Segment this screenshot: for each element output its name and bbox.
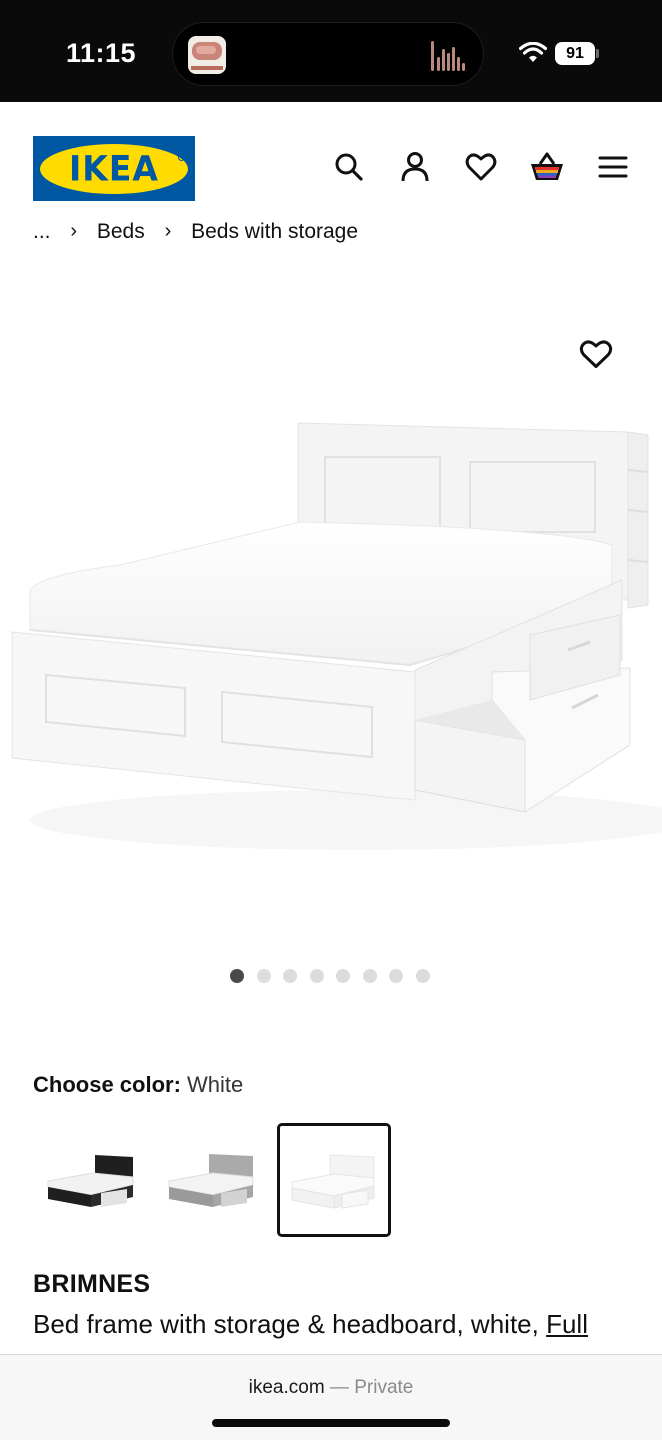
- heart-icon[interactable]: [465, 150, 497, 184]
- selected-color-value: White: [187, 1072, 244, 1097]
- wifi-icon: [519, 42, 547, 62]
- registered-mark: [178, 154, 185, 161]
- carousel-dot-6[interactable]: [362, 969, 377, 983]
- bed-thumbnail-black: [47, 1155, 134, 1207]
- color-label-text: Choose color:: [33, 1072, 181, 1097]
- color-option-white[interactable]: [277, 1123, 391, 1237]
- color-selector-label: Choose color: White: [33, 1072, 243, 1098]
- product-description: Bed frame with storage & headboard, whit…: [33, 1309, 588, 1340]
- chevron-right-icon: ›: [70, 220, 78, 242]
- carousel-dot-7[interactable]: [389, 969, 403, 983]
- product-name: BRIMNES: [33, 1270, 151, 1298]
- carousel-dot-5[interactable]: [336, 969, 350, 983]
- private-mode-label: Private: [354, 1377, 414, 1398]
- status-bar: 11:15 91: [0, 0, 662, 102]
- breadcrumb: ... › Beds › Beds with storage: [33, 218, 358, 248]
- carousel-pagination[interactable]: [230, 969, 442, 983]
- breadcrumb-beds-with-storage[interactable]: Beds with storage: [191, 220, 358, 244]
- site-header: IKEA: [0, 102, 662, 222]
- color-option-gray[interactable]: [155, 1123, 269, 1237]
- home-indicator[interactable]: [212, 1419, 450, 1427]
- browser-separator: —: [324, 1377, 355, 1398]
- product-image-carousel[interactable]: [0, 250, 662, 950]
- battery-tip: [596, 49, 599, 58]
- browser-url[interactable]: ikea.com — Private: [0, 1377, 662, 1399]
- product-description-text: Bed frame with storage & headboard, whit…: [33, 1309, 539, 1339]
- carousel-dot-4[interactable]: [309, 969, 324, 983]
- account-icon[interactable]: [399, 150, 431, 184]
- bed-thumbnail-white: [291, 1154, 375, 1209]
- now-playing-thumbnail: [188, 36, 226, 74]
- battery-icon: 91: [555, 42, 595, 65]
- product-size-link[interactable]: Full: [546, 1309, 588, 1339]
- logo-text: IKEA: [69, 148, 159, 189]
- search-icon[interactable]: [333, 150, 365, 184]
- breadcrumb-ellipsis[interactable]: ...: [33, 220, 51, 244]
- dynamic-island[interactable]: [172, 22, 484, 86]
- product-image: [11, 422, 662, 850]
- logo-oval: IKEA: [40, 143, 188, 194]
- browser-address-bar[interactable]: ikea.com — Private: [0, 1354, 662, 1440]
- color-option-black[interactable]: [33, 1123, 147, 1237]
- menu-icon[interactable]: [597, 150, 629, 184]
- add-to-favorites-button[interactable]: [579, 338, 613, 370]
- breadcrumb-beds[interactable]: Beds: [97, 220, 145, 244]
- ikea-logo[interactable]: IKEA: [33, 136, 195, 201]
- audio-waveform-icon: [431, 41, 465, 71]
- carousel-dot-1[interactable]: [230, 969, 244, 983]
- chevron-right-icon: ›: [164, 220, 172, 242]
- browser-domain: ikea.com: [248, 1377, 325, 1398]
- carousel-dot-2[interactable]: [256, 969, 271, 983]
- status-time: 11:15: [66, 38, 137, 68]
- cart-icon[interactable]: [529, 150, 565, 184]
- carousel-dot-3[interactable]: [283, 969, 297, 983]
- carousel-dot-8[interactable]: [415, 969, 430, 983]
- bed-thumbnail-gray: [168, 1154, 254, 1207]
